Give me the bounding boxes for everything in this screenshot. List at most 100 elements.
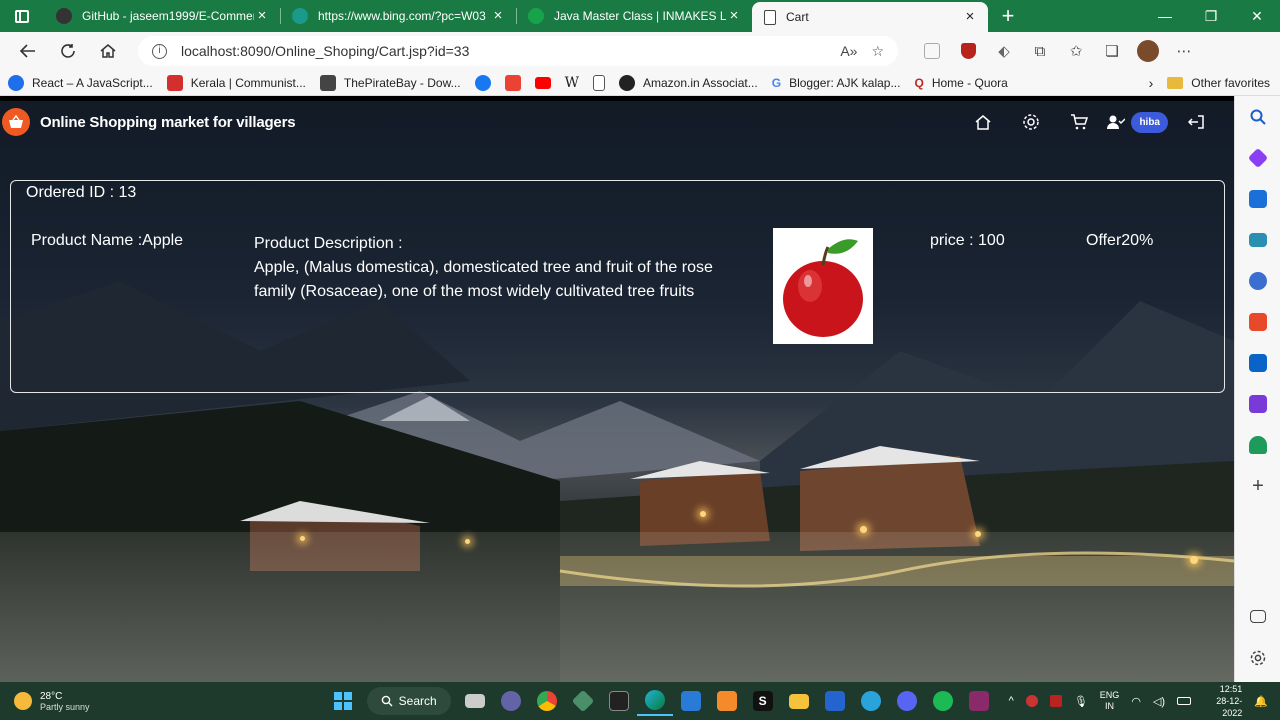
site-title[interactable]: Online Shopping market for villagers	[40, 114, 296, 131]
tray-app-icon[interactable]	[1025, 695, 1038, 707]
wifi-icon[interactable]: ◠	[1131, 695, 1141, 708]
other-favorites-label: Other favorites	[1191, 75, 1270, 90]
sidebar-settings-icon[interactable]	[1235, 637, 1280, 678]
favorites-bar: React – A JavaScript... Kerala | Communi…	[0, 70, 1280, 96]
snip-button[interactable]: S	[745, 686, 781, 716]
tab-cart[interactable]: Cart ×	[752, 2, 988, 32]
close-window-button[interactable]: ✕	[1234, 0, 1280, 32]
sublime-button[interactable]	[709, 686, 745, 716]
terminal-button[interactable]	[601, 686, 637, 716]
home-button[interactable]	[88, 35, 128, 67]
cart-nav-button[interactable]	[1055, 113, 1103, 131]
sidebar-games-icon[interactable]	[1235, 260, 1280, 301]
site-info-icon[interactable]: i	[152, 43, 167, 59]
vscode-button[interactable]	[673, 686, 709, 716]
teams-button[interactable]	[493, 686, 529, 716]
profile-avatar[interactable]	[1130, 36, 1166, 66]
address-bar[interactable]: i localhost:8090/Online_Shoping/Cart.jsp…	[138, 36, 898, 66]
bookmark-gmail[interactable]	[504, 74, 521, 91]
notifications-icon[interactable]: 🔔	[1254, 695, 1268, 708]
search-label: Search	[398, 694, 437, 708]
tab-actions-icon[interactable]	[0, 0, 44, 32]
collections-ext-icon[interactable]	[914, 36, 950, 66]
start-button[interactable]	[325, 686, 361, 716]
clock-date: 28-12-2022	[1216, 696, 1243, 718]
new-tab-button[interactable]: +	[988, 0, 1028, 32]
sidebar-tree-icon[interactable]	[1235, 424, 1280, 465]
home-nav-button[interactable]	[959, 113, 1007, 131]
logout-nav-button[interactable]	[1172, 113, 1220, 131]
bookmark-piratebay[interactable]: ThePirateBay - Dow...	[319, 74, 461, 91]
git-icon	[571, 689, 594, 713]
chrome-button[interactable]	[529, 686, 565, 716]
bookmark-kerala[interactable]: Kerala | Communist...	[166, 74, 306, 91]
bookmark-facebook[interactable]	[474, 74, 491, 91]
bookmark-blogger[interactable]: G Blogger: AJK kalap...	[772, 76, 901, 90]
tab-title: GitHub - jaseem1999/E-Commer	[82, 9, 254, 23]
volume-icon[interactable]: ◁)	[1153, 695, 1165, 708]
close-tab-icon[interactable]: ×	[962, 9, 978, 24]
show-hidden-icons[interactable]: ^	[1009, 695, 1014, 707]
todo-button[interactable]	[817, 686, 853, 716]
bookmark-label: Blogger: AJK kalap...	[789, 75, 901, 90]
sidebar-shopping-icon[interactable]	[1235, 178, 1280, 219]
user-name-badge[interactable]: hiba	[1131, 111, 1168, 133]
tray-app2-icon[interactable]	[1049, 695, 1062, 707]
close-tab-icon[interactable]: ×	[254, 8, 270, 23]
bookmark-quora[interactable]: Q Home - Quora	[914, 76, 1007, 90]
battery-icon[interactable]	[1177, 697, 1192, 705]
restore-button[interactable]: ❐	[1188, 0, 1234, 32]
sidebar-tools-icon[interactable]	[1235, 219, 1280, 260]
taskbar-search[interactable]: Search	[366, 687, 451, 715]
tab-bing[interactable]: https://www.bing.com/?pc=W03 ×	[280, 0, 516, 32]
file-explorer-button[interactable]	[781, 686, 817, 716]
collections-icon[interactable]: ❏	[1094, 36, 1130, 66]
sidebar-search-icon[interactable]	[1235, 96, 1280, 137]
close-tab-icon[interactable]: ×	[726, 8, 742, 23]
tag-icon	[1249, 189, 1267, 208]
git-button[interactable]	[565, 686, 601, 716]
microphone-icon[interactable]: 🎙	[1074, 695, 1088, 708]
bookmark-amazon[interactable]: Amazon.in Associat...	[619, 74, 758, 91]
other-favorites[interactable]: › Other favorites	[1149, 75, 1280, 91]
cart-logo-icon[interactable]	[2, 108, 30, 136]
favorites-icon[interactable]: ✩	[1058, 36, 1094, 66]
sidebar-split-icon[interactable]	[1235, 596, 1280, 637]
bookmark-youtube[interactable]	[534, 76, 551, 89]
dropbox-icon[interactable]: ⬖	[986, 36, 1022, 66]
refresh-button[interactable]	[48, 35, 88, 67]
clock[interactable]: 12:51 28-12-2022	[1203, 683, 1242, 719]
bookmark-page[interactable]	[593, 74, 605, 91]
tab-java-master-class[interactable]: Java Master Class | INMAKES LEA ×	[516, 0, 752, 32]
minimize-button[interactable]: —	[1142, 0, 1188, 32]
task-view-button[interactable]	[457, 686, 493, 716]
discord-button[interactable]	[889, 686, 925, 716]
add-favorite-icon[interactable]: ☆	[871, 43, 884, 60]
sidebar-designer-icon[interactable]	[1235, 383, 1280, 424]
edge-button[interactable]	[636, 686, 673, 716]
sidebar-add-button[interactable]: +	[1235, 465, 1280, 506]
game-button[interactable]	[961, 686, 997, 716]
close-tab-icon[interactable]: ×	[490, 8, 506, 23]
user-menu[interactable]: hiba	[1103, 111, 1172, 133]
spotify-button[interactable]	[925, 686, 961, 716]
bookmark-wikipedia[interactable]: W	[565, 75, 579, 91]
url-text[interactable]: localhost:8090/Online_Shoping/Cart.jsp?i…	[181, 43, 832, 59]
sidebar-copilot-icon[interactable]	[1235, 137, 1280, 178]
s-app-icon: S	[752, 691, 773, 711]
read-aloud-icon[interactable]: A»	[840, 43, 857, 59]
language-indicator[interactable]: ENG IN	[1100, 690, 1120, 712]
bookmark-react[interactable]: React – A JavaScript...	[8, 74, 153, 91]
back-button[interactable]	[8, 35, 48, 67]
sidebar-outlook-icon[interactable]	[1235, 342, 1280, 383]
ublock-icon[interactable]	[950, 36, 986, 66]
settings-nav-button[interactable]	[1007, 113, 1055, 131]
tab-github[interactable]: GitHub - jaseem1999/E-Commer ×	[44, 0, 280, 32]
more-menu-icon[interactable]: ⋯	[1166, 36, 1202, 66]
lang-bottom: IN	[1105, 701, 1115, 711]
telegram-button[interactable]	[853, 686, 889, 716]
chevron-right-icon[interactable]: ›	[1149, 75, 1154, 91]
extensions-icon[interactable]: ⧉	[1022, 36, 1058, 66]
sidebar-office-icon[interactable]	[1235, 301, 1280, 342]
weather-widget[interactable]: 28°C Partly sunny	[14, 691, 307, 712]
